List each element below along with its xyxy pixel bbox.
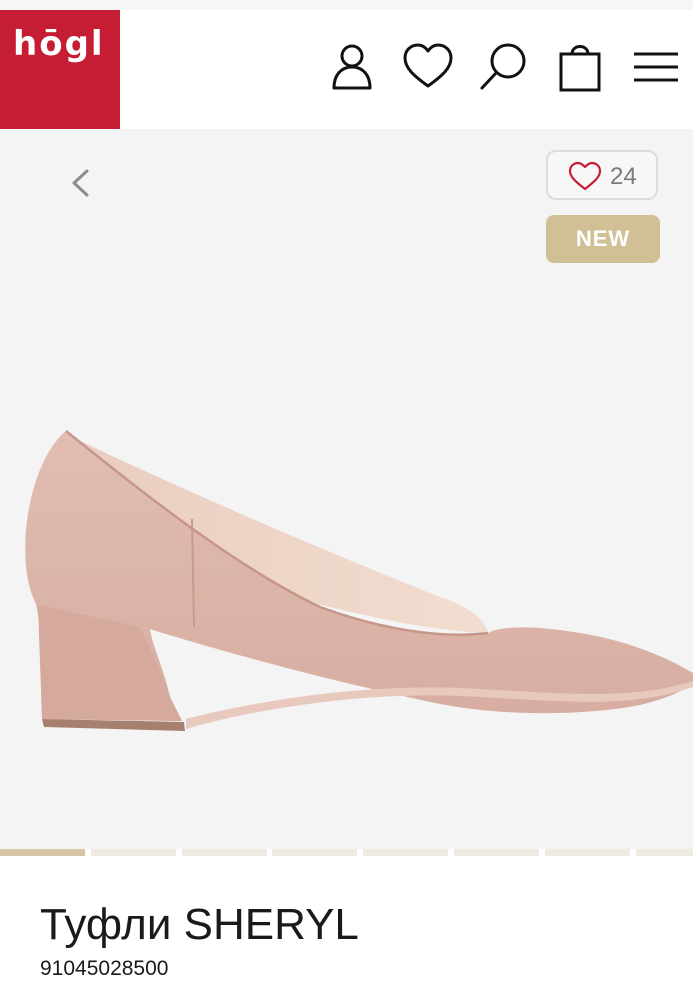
slide-dot[interactable]	[636, 849, 693, 856]
status-strip	[0, 0, 693, 10]
account-icon	[332, 44, 372, 90]
wishlist-icon	[403, 43, 453, 88]
slide-dot[interactable]	[363, 849, 448, 856]
site-header: hōgl	[0, 10, 693, 129]
search-button[interactable]	[477, 38, 533, 94]
slide-indicator	[0, 849, 693, 857]
account-button[interactable]	[324, 38, 380, 94]
wishlist-count: 24	[610, 163, 637, 190]
new-badge: NEW	[546, 215, 660, 263]
slide-dot[interactable]	[182, 849, 267, 856]
product-title: Туфли SHERYL	[40, 900, 359, 949]
menu-icon	[634, 52, 678, 82]
product-image	[25, 430, 693, 731]
wishlist-button[interactable]	[400, 38, 456, 94]
cart-button[interactable]	[552, 38, 608, 94]
brand-logo[interactable]: hōgl	[0, 10, 120, 129]
slide-dot[interactable]	[545, 849, 630, 856]
search-icon	[480, 43, 526, 90]
cart-icon	[559, 45, 601, 92]
previous-image-button[interactable]	[40, 137, 120, 217]
slide-dot[interactable]	[454, 849, 539, 856]
product-sku: 91045028500	[40, 957, 169, 980]
menu-button[interactable]	[628, 38, 684, 94]
chevron-left-icon	[72, 169, 89, 197]
heart-icon	[568, 161, 602, 191]
slide-dot[interactable]	[91, 849, 176, 856]
slide-dot[interactable]	[0, 849, 85, 856]
wishlist-count-button[interactable]: 24	[546, 150, 658, 200]
product-gallery[interactable]: 24 NEW	[0, 129, 693, 849]
slide-dot[interactable]	[272, 849, 357, 856]
